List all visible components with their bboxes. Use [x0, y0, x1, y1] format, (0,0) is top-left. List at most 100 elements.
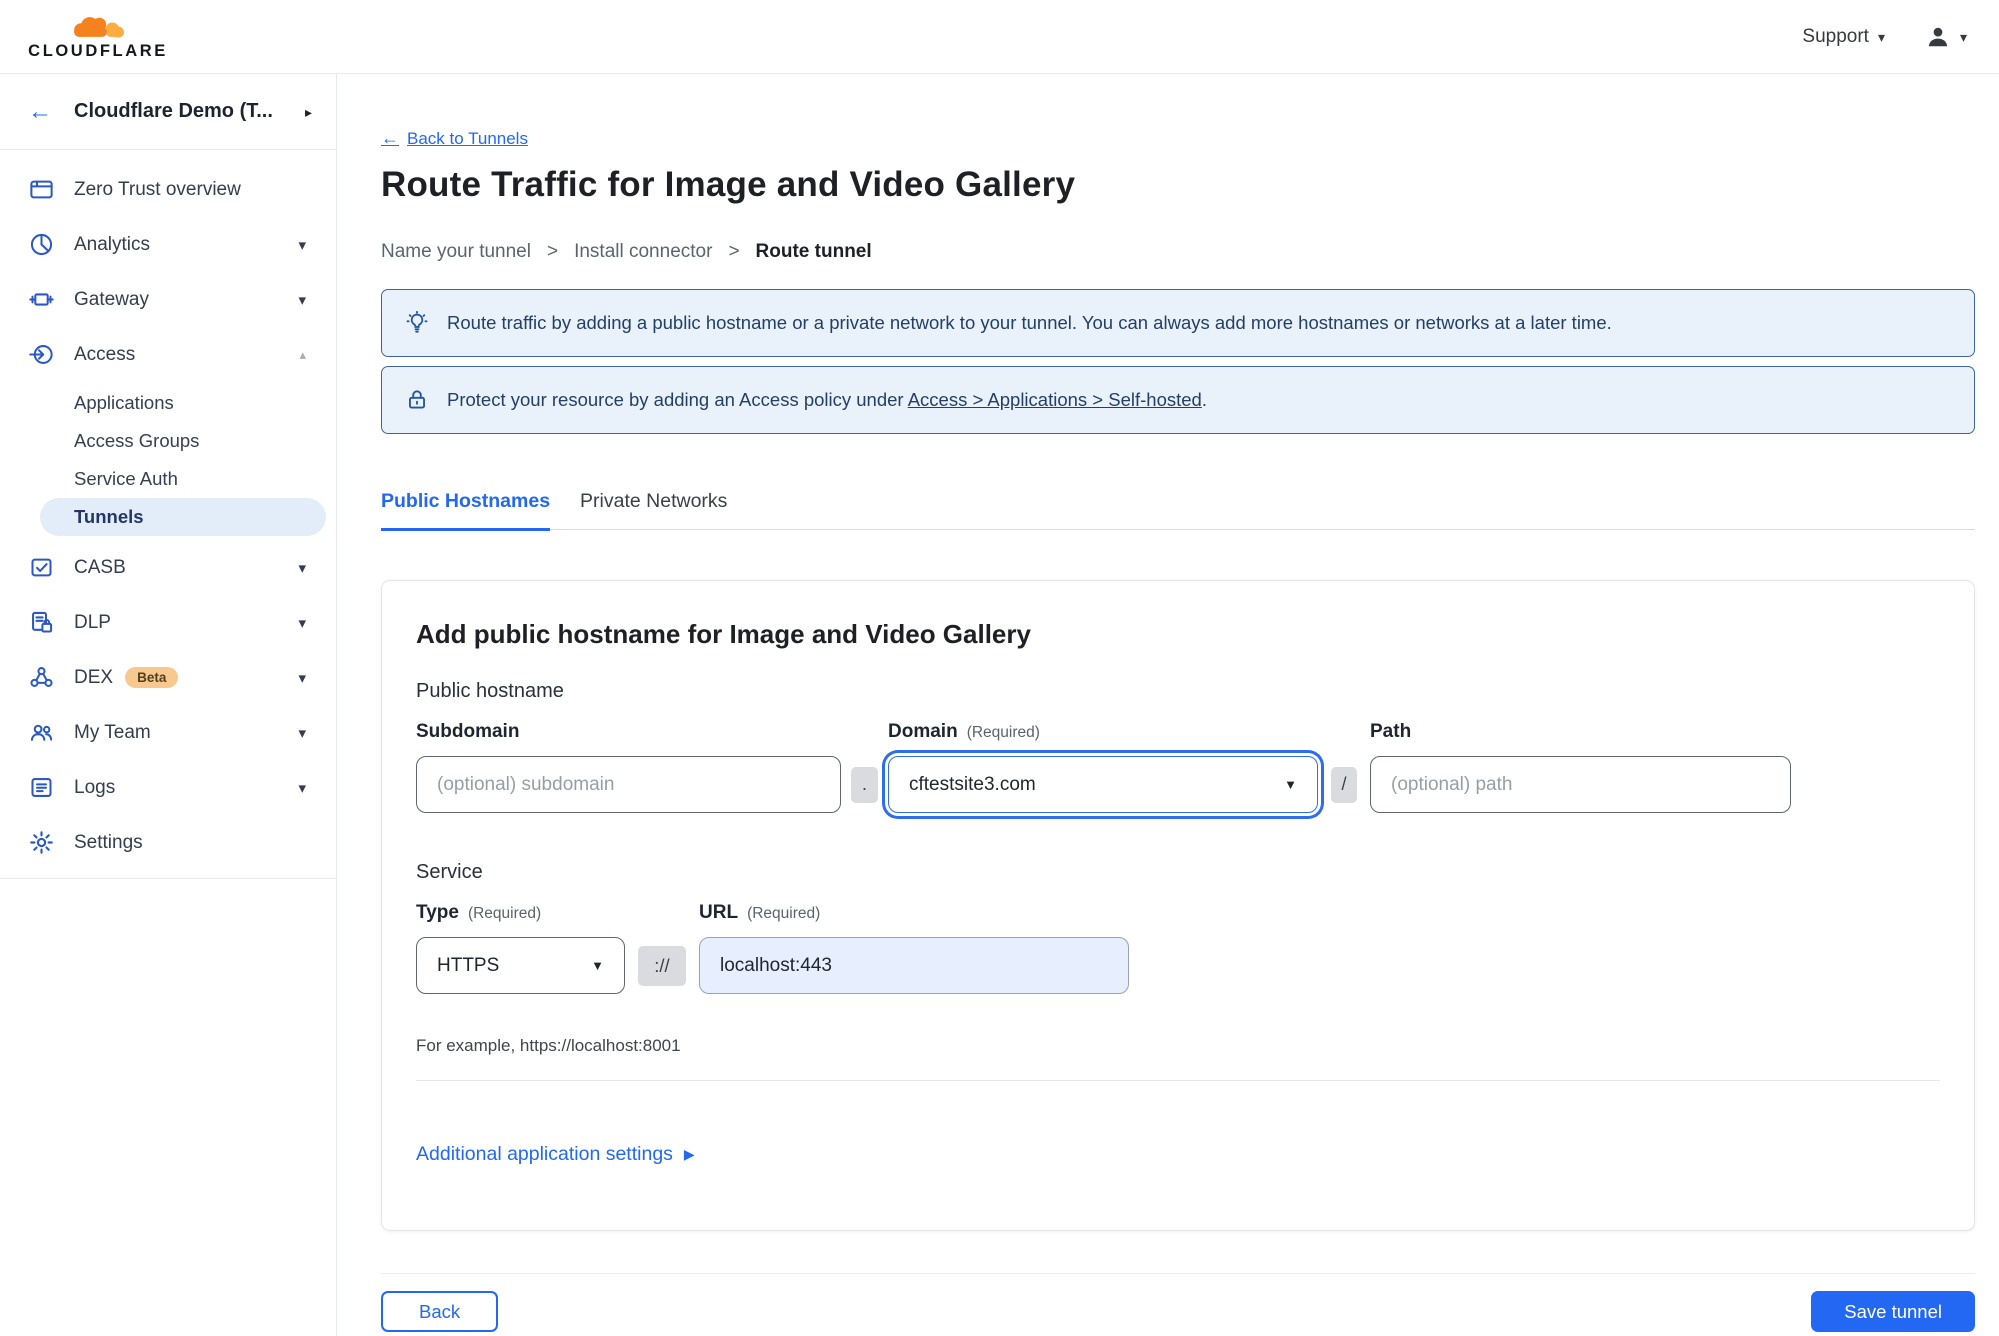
sidebar-item-label: Access Groups [74, 430, 200, 451]
card-divider [416, 1080, 1940, 1081]
sidebar-item-label: Logs [74, 776, 116, 798]
cloudflare-wordmark: CLOUDFLARE [28, 42, 168, 61]
domain-label: Domain [888, 721, 958, 742]
protect-text-prefix: Protect your resource by adding an Acces… [447, 389, 904, 410]
support-label: Support [1802, 25, 1869, 47]
service-field-row: Type (Required) HTTPS ▼ :// URL (Require… [416, 902, 1940, 994]
breadcrumb: Name your tunnel > Install connector > R… [381, 241, 1975, 263]
hostname-tabs: Public Hostnames Private Networks [381, 490, 1975, 531]
page-title: Route Traffic for Image and Video Galler… [381, 165, 1076, 204]
chevron-down-icon: ▾ [1877, 28, 1885, 45]
url-example-hint: For example, https://localhost:8001 [416, 1036, 681, 1055]
access-applications-self-hosted-link[interactable]: Access > Applications > Self-hosted [908, 389, 1202, 410]
type-label: Type [416, 902, 459, 923]
analytics-pie-icon [28, 231, 55, 258]
sidebar-item-tunnels[interactable]: Tunnels [40, 498, 326, 536]
chevron-down-icon: ▾ [298, 291, 306, 309]
breadcrumb-step-name-your-tunnel[interactable]: Name your tunnel [381, 241, 531, 263]
sidebar-item-analytics[interactable]: Analytics ▾ [0, 217, 336, 272]
sidebar-item-zero-trust-overview[interactable]: Zero Trust overview [0, 162, 336, 217]
main-content: ← Back to Tunnels Route Traffic for Imag… [337, 74, 1999, 1336]
footer-divider [381, 1273, 1975, 1274]
protect-banner-text: Protect your resource by adding an Acces… [447, 389, 1207, 411]
chevron-down-icon: ▾ [298, 669, 306, 687]
protect-text-suffix: . [1201, 389, 1207, 410]
chevron-down-icon: ▾ [298, 614, 306, 632]
protect-banner: Protect your resource by adding an Acces… [381, 366, 1975, 434]
subdomain-input[interactable] [416, 756, 841, 813]
slash-separator: / [1331, 766, 1357, 803]
account-switcher[interactable]: ← Cloudflare Demo (T... ▸ [0, 74, 336, 150]
additional-settings-toggle[interactable]: Additional application settings ▶ [416, 1143, 695, 1166]
gateway-icon [28, 286, 55, 313]
required-hint: (Required) [467, 905, 542, 922]
path-label: Path [1370, 721, 1412, 742]
domain-select[interactable]: cftestsite3.com ▼ [888, 756, 1318, 813]
sidebar-item-gateway[interactable]: Gateway ▾ [0, 272, 336, 327]
required-hint: (Required) [966, 724, 1040, 741]
select-caret-icon: ▼ [1284, 777, 1297, 792]
required-hint: (Required) [747, 905, 821, 922]
select-caret-icon: ▼ [591, 958, 604, 973]
service-url-input[interactable] [699, 937, 1129, 994]
user-icon [1925, 24, 1951, 50]
sidebar-item-logs[interactable]: Logs ▾ [0, 760, 336, 815]
sidebar-item-label: Tunnels [74, 506, 144, 527]
sidebar: ← Cloudflare Demo (T... ▸ Zero Trust ove… [0, 74, 337, 1336]
sidebar-item-service-auth[interactable]: Service Auth [0, 460, 336, 498]
service-type-value: HTTPS [437, 954, 500, 976]
lightbulb-icon [404, 310, 430, 336]
chevron-up-icon: ▴ [299, 346, 306, 362]
tab-public-hostnames[interactable]: Public Hostnames [381, 490, 551, 531]
back-button[interactable]: Back [381, 1291, 499, 1332]
back-arrow-icon[interactable]: ← [28, 99, 52, 124]
sidebar-item-settings[interactable]: Settings [0, 815, 336, 870]
sidebar-item-dex[interactable]: DEX Beta ▾ [0, 650, 336, 705]
beta-badge: Beta [125, 666, 179, 689]
save-tunnel-button[interactable]: Save tunnel [1811, 1291, 1975, 1332]
breadcrumb-step-install-connector[interactable]: Install connector [574, 241, 712, 263]
cloudflare-logo[interactable]: CLOUDFLARE [18, 13, 178, 60]
disclosure-triangle-icon: ▶ [683, 1146, 695, 1162]
scheme-separator: :// [638, 945, 686, 986]
sidebar-divider [0, 878, 336, 879]
sidebar-item-casb[interactable]: CASB ▾ [0, 540, 336, 595]
sidebar-item-applications[interactable]: Applications [0, 384, 336, 422]
service-type-select[interactable]: HTTPS ▼ [416, 937, 625, 994]
sidebar-item-label: DEX [74, 666, 114, 688]
access-sub-list: Applications Access Groups Service Auth … [0, 382, 336, 540]
info-banner-text: Route traffic by adding a public hostnam… [447, 312, 1612, 333]
dex-molecule-icon [28, 664, 55, 691]
dot-separator: . [851, 766, 878, 803]
logs-list-icon [28, 774, 55, 801]
sidebar-item-label: Applications [74, 392, 174, 413]
cloudflare-cloud-icon [74, 17, 124, 38]
back-arrow-icon: ← [381, 128, 399, 148]
url-label: URL [699, 902, 739, 923]
breadcrumb-separator: > [728, 241, 740, 262]
sidebar-item-label: Analytics [74, 233, 151, 255]
service-section-label: Service [416, 861, 483, 883]
tab-private-networks[interactable]: Private Networks [580, 490, 727, 529]
sidebar-item-label: Gateway [74, 288, 149, 310]
chevron-right-icon: ▸ [304, 103, 312, 120]
sidebar-item-label: My Team [74, 721, 151, 743]
user-menu[interactable]: ▾ [1925, 24, 1967, 50]
back-to-tunnels-link[interactable]: ← Back to Tunnels [381, 128, 528, 149]
support-menu[interactable]: Support ▾ [1802, 26, 1885, 48]
additional-settings-label: Additional application settings [416, 1143, 673, 1165]
sidebar-nav: Zero Trust overview Analytics ▾ Gateway … [0, 150, 336, 879]
sidebar-item-access-groups[interactable]: Access Groups [0, 422, 336, 460]
sidebar-item-label: DLP [74, 611, 111, 633]
subdomain-label: Subdomain [416, 721, 520, 742]
public-hostname-section-label: Public hostname [416, 680, 564, 702]
sidebar-item-dlp[interactable]: DLP ▾ [0, 595, 336, 650]
access-icon [28, 341, 55, 368]
topbar: CLOUDFLARE Support ▾ ▾ [0, 0, 1999, 74]
sidebar-item-access[interactable]: Access ▴ [0, 327, 336, 382]
path-input[interactable] [1370, 756, 1791, 813]
chevron-down-icon: ▾ [298, 779, 306, 797]
chevron-down-icon: ▾ [298, 724, 306, 742]
sidebar-item-label: Access [74, 343, 136, 365]
sidebar-item-my-team[interactable]: My Team ▾ [0, 705, 336, 760]
